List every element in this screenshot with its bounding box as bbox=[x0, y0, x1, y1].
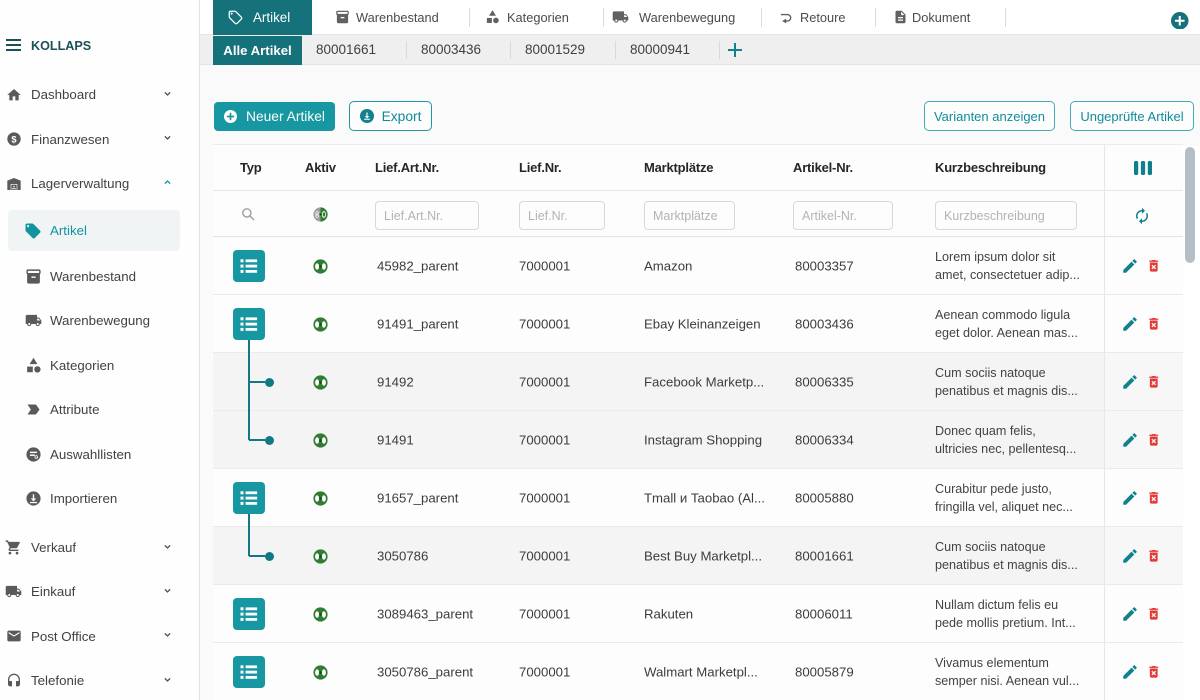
svg-text:$: $ bbox=[11, 134, 17, 144]
